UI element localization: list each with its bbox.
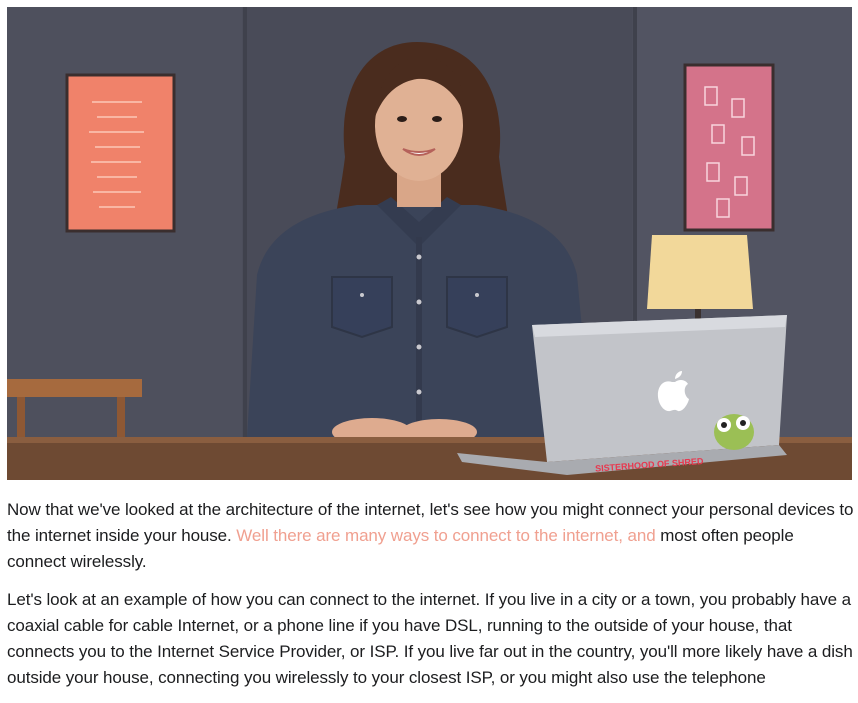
wall-poster-right (683, 63, 775, 232)
video-transcript: Now that we've looked at the architectur… (7, 497, 855, 703)
transcript-paragraph: Now that we've looked at the architectur… (7, 497, 855, 575)
video-player[interactable]: SISTERHOOD OF SHRED (7, 7, 852, 480)
video-frame: SISTERHOOD OF SHRED (7, 7, 852, 480)
transcript-paragraph: Let's look at an example of how you can … (7, 590, 853, 687)
frog-sticker (714, 414, 754, 450)
transcript-active-cue[interactable]: Well there are many ways to connect to t… (236, 526, 655, 545)
wall-poster-left (65, 73, 176, 233)
